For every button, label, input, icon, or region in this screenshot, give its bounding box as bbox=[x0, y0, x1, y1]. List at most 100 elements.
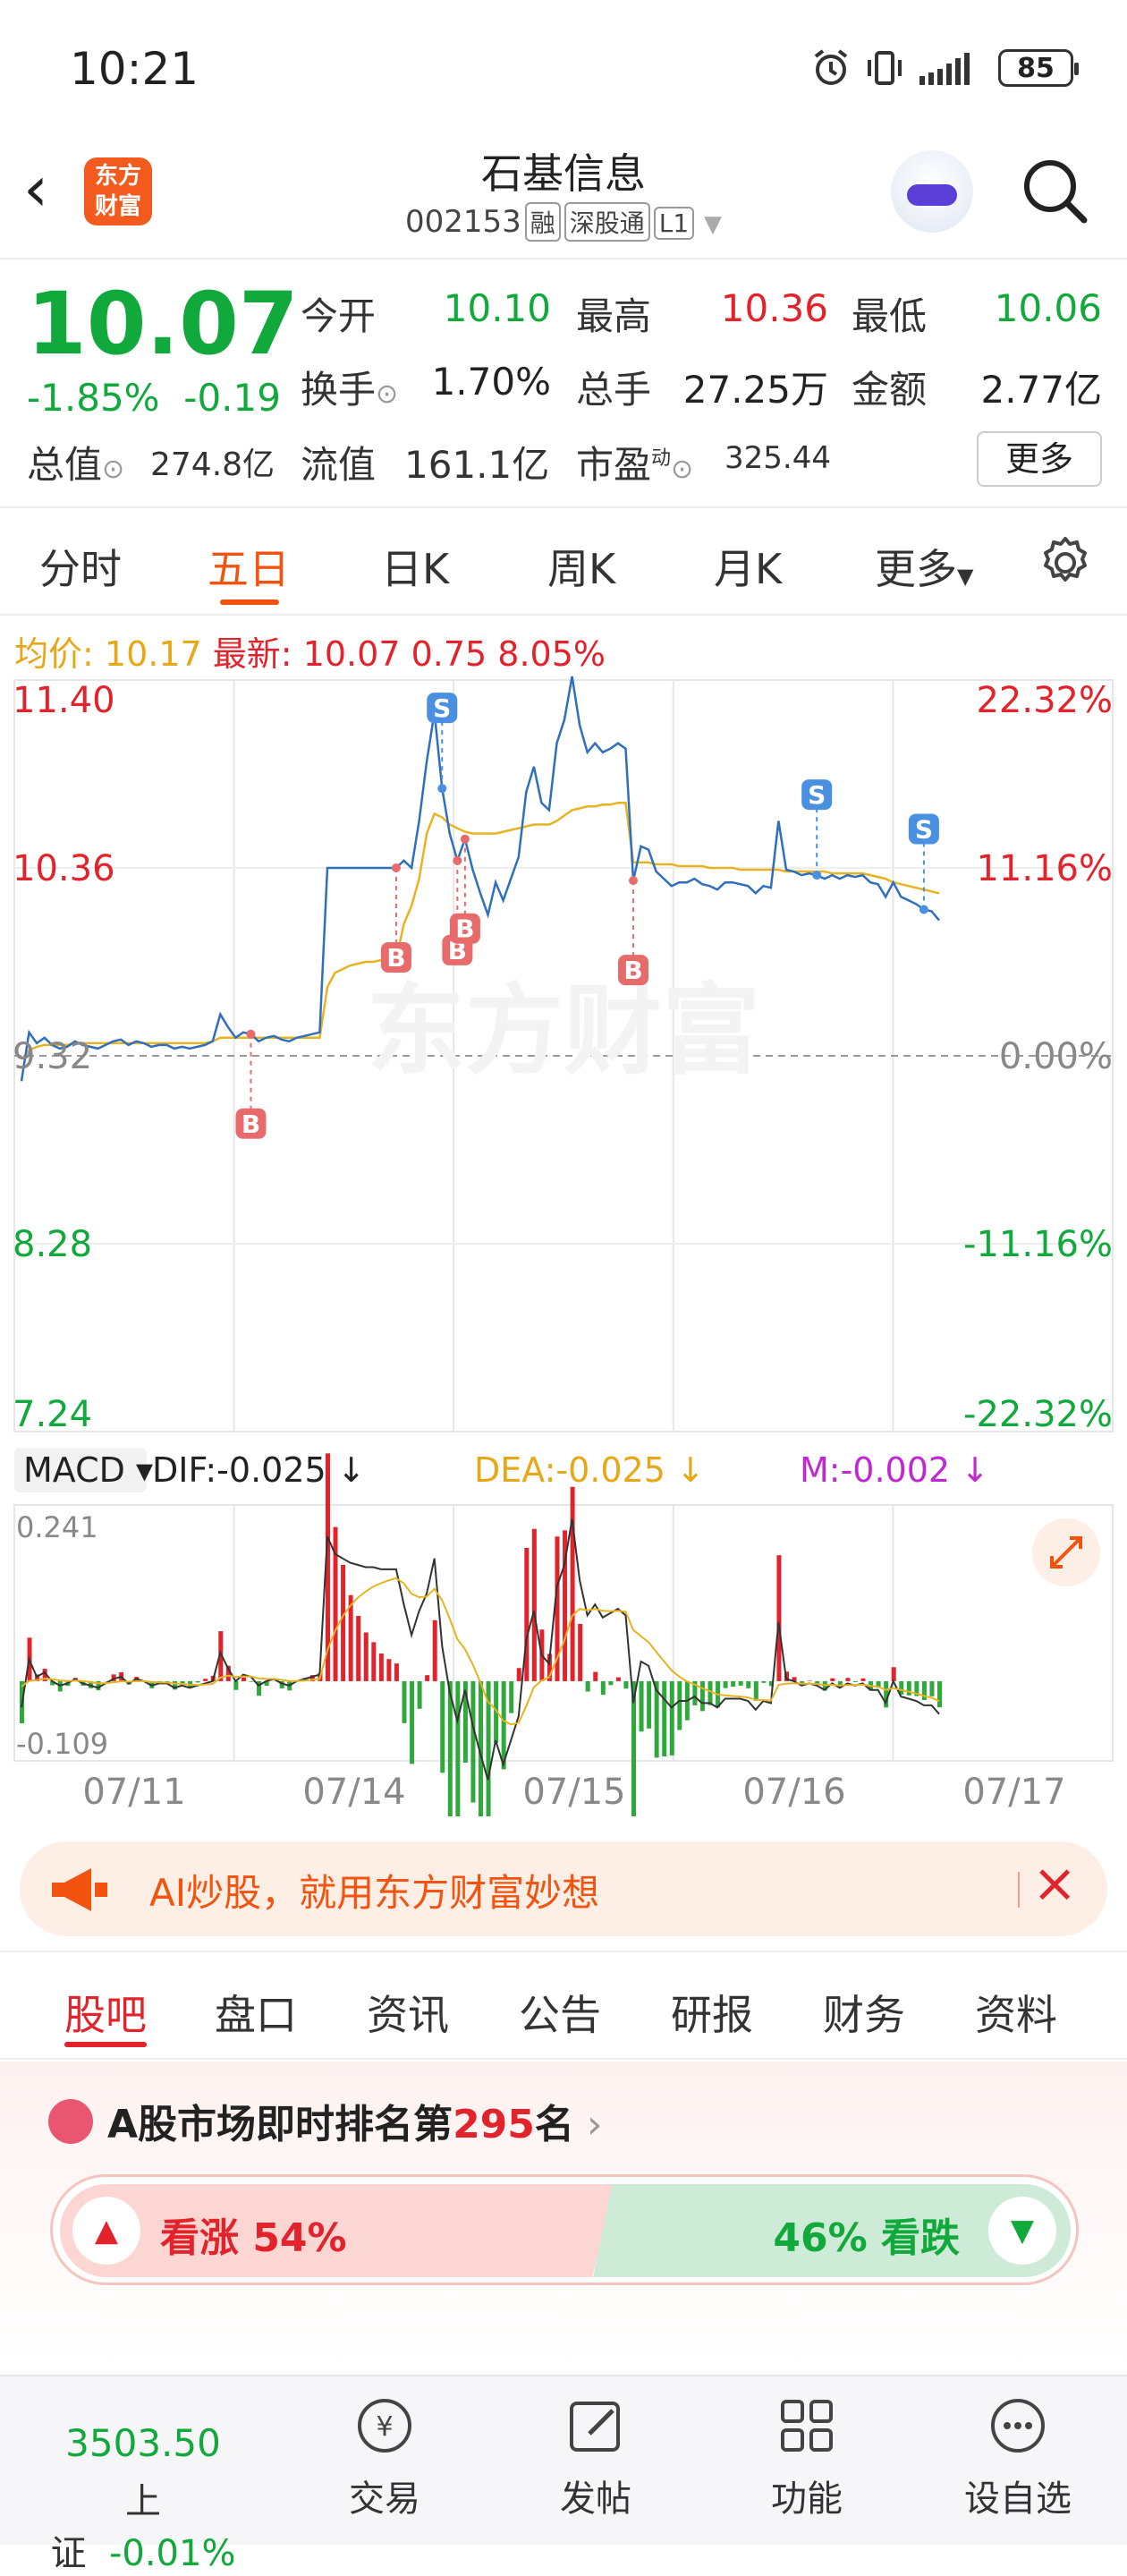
tab-monthly-k[interactable]: 月K bbox=[714, 537, 782, 596]
amount-label: 金额 bbox=[852, 360, 927, 414]
ai-robot-icon[interactable] bbox=[891, 150, 973, 233]
stock-code: 002153 bbox=[405, 204, 521, 240]
macd-bar bbox=[371, 1642, 376, 1681]
bull-text: 看涨 54% bbox=[160, 2206, 347, 2263]
tab-orderbook[interactable]: 盘口 bbox=[215, 1983, 297, 2042]
tab-intraday[interactable]: 分时 bbox=[39, 537, 122, 596]
macd-bar bbox=[776, 1555, 781, 1681]
macd-bar bbox=[907, 1681, 911, 1696]
pe-value: 325.44 bbox=[724, 440, 831, 476]
marker-dot bbox=[461, 835, 470, 844]
macd-bar bbox=[724, 1681, 728, 1688]
index-ticker[interactable]: 3503.50 上证 -0.01% bbox=[36, 2376, 250, 2546]
volume-label: 总手 bbox=[576, 360, 651, 414]
macd-bar bbox=[853, 1681, 858, 1682]
macd-m: M:-0.002 ↓ bbox=[800, 1450, 989, 1490]
tab-underline bbox=[220, 599, 279, 605]
sentiment-bar: ▲ 看涨 54% 46% 看跌 ▼ bbox=[50, 2174, 1079, 2285]
tab-research[interactable]: 研报 bbox=[671, 1983, 753, 2042]
macd-bar bbox=[662, 1681, 666, 1756]
tab-announcements[interactable]: 公告 bbox=[519, 1983, 601, 2042]
tab-finance[interactable]: 财务 bbox=[823, 1983, 905, 2042]
open-value: 10.10 bbox=[420, 286, 551, 330]
macd-bar bbox=[517, 1668, 521, 1681]
nav-add-watchlist[interactable]: 设自选 bbox=[928, 2376, 1107, 2546]
nav-functions[interactable]: 功能 bbox=[717, 2376, 896, 2546]
macd-bar bbox=[593, 1672, 597, 1681]
section-tabs: 股吧 盘口 资讯 公告 研报 财务 资料 bbox=[0, 1951, 1127, 2060]
search-icon[interactable] bbox=[1020, 156, 1091, 227]
x-label: 07/16 bbox=[742, 1772, 845, 1813]
tab-weekly-k[interactable]: 周K bbox=[547, 537, 615, 596]
macd-bar bbox=[700, 1681, 705, 1711]
macd-bar bbox=[532, 1529, 537, 1681]
open-label: 今开 bbox=[301, 286, 376, 341]
change-pct: -1.85% bbox=[27, 376, 160, 420]
marker-label: B bbox=[386, 943, 405, 973]
nav-post[interactable]: 发帖 bbox=[506, 2376, 685, 2546]
float-value-label: 流值 bbox=[301, 435, 376, 489]
stock-header: ‹ 东方财富 石基信息 002153融深股通L1 ▼ bbox=[0, 134, 1127, 259]
turnover-value: 1.70% bbox=[420, 360, 551, 404]
five-day-chart[interactable]: 东方财富 BBSBBBSS 11.4022.32%10.3611.16%9.32… bbox=[0, 671, 1127, 1816]
tab-forum[interactable]: 股吧 bbox=[64, 1983, 147, 2042]
macd-bar bbox=[937, 1681, 942, 1707]
macd-bar bbox=[754, 1681, 758, 1701]
marker-dot bbox=[453, 856, 462, 865]
high-value: 10.36 bbox=[698, 286, 828, 330]
chart-tabs: 分时 五日 日K 周K 月K 更多▼ bbox=[0, 510, 1127, 616]
close-icon[interactable]: × bbox=[1032, 1852, 1077, 1915]
macd-bar bbox=[640, 1681, 644, 1731]
macd-bar bbox=[861, 1679, 866, 1681]
marker-label: B bbox=[242, 1109, 260, 1139]
marker-dot bbox=[812, 871, 821, 880]
down-arrow-icon[interactable]: ▼ bbox=[988, 2197, 1056, 2265]
clock: 10:21 bbox=[70, 43, 199, 95]
macd-bar bbox=[440, 1681, 445, 1773]
marker-dot bbox=[247, 1030, 256, 1039]
pe-label: 市盈动⊙ bbox=[576, 435, 693, 489]
tab-more[interactable]: 更多▼ bbox=[875, 537, 973, 596]
macd-bar bbox=[708, 1681, 713, 1705]
macd-bottom-label: -0.109 bbox=[16, 1727, 108, 1761]
tab-news[interactable]: 资讯 bbox=[367, 1983, 449, 2042]
tab-daily-k[interactable]: 日K bbox=[381, 537, 449, 596]
high-label: 最高 bbox=[576, 286, 651, 341]
ad-text: AI炒股，就用东方财富妙想 bbox=[149, 1863, 599, 1917]
bottom-nav: 3503.50 上证 -0.01% ¥ 交易 发帖 功能 设自选 bbox=[0, 2375, 1127, 2545]
marker-dot bbox=[629, 876, 638, 885]
macd-bar bbox=[647, 1681, 651, 1729]
y-label-left: 10.36 bbox=[13, 848, 115, 889]
y-label-right: 22.32% bbox=[976, 680, 1113, 721]
up-arrow-icon[interactable]: ▲ bbox=[72, 2197, 140, 2265]
y-label-right: 0.00% bbox=[999, 1036, 1113, 1077]
tag-level: L1 bbox=[654, 207, 694, 240]
macd-bar bbox=[601, 1681, 606, 1695]
y-label-right: -11.16% bbox=[963, 1224, 1113, 1265]
macd-bar bbox=[470, 1681, 475, 1803]
marker-label: B bbox=[455, 914, 474, 944]
macd-bar bbox=[196, 1681, 200, 1683]
macd-bar bbox=[524, 1548, 529, 1681]
y-label-left: 11.40 bbox=[13, 680, 115, 721]
marker-label: S bbox=[433, 693, 451, 723]
macd-bar bbox=[808, 1680, 812, 1681]
latest-pct: 8.05% bbox=[497, 634, 606, 674]
dropdown-icon[interactable]: ▼ bbox=[704, 211, 722, 238]
y-label-right: -22.32% bbox=[963, 1394, 1113, 1435]
more-button[interactable]: 更多 bbox=[977, 431, 1102, 487]
macd-bar bbox=[608, 1681, 613, 1685]
gear-icon[interactable] bbox=[1038, 535, 1093, 591]
vibrate-icon bbox=[864, 47, 905, 89]
section-tab-underline bbox=[64, 2042, 147, 2047]
tab-five-day[interactable]: 五日 bbox=[208, 537, 290, 596]
macd-panel: 0.241-0.109 bbox=[14, 1453, 1113, 1816]
float-value: 161.1亿 bbox=[404, 435, 549, 489]
nav-trade[interactable]: ¥ 交易 bbox=[295, 2376, 474, 2546]
macd-bar bbox=[571, 1487, 575, 1681]
macd-dea: DEA:-0.025 ↓ bbox=[474, 1450, 705, 1490]
rank-text[interactable]: A股市场即时排名第295名 › bbox=[107, 2092, 603, 2149]
macd-bar bbox=[845, 1678, 850, 1681]
ad-banner[interactable]: AI炒股，就用东方财富妙想 × bbox=[20, 1841, 1107, 1936]
tab-profile[interactable]: 资料 bbox=[975, 1983, 1057, 2042]
